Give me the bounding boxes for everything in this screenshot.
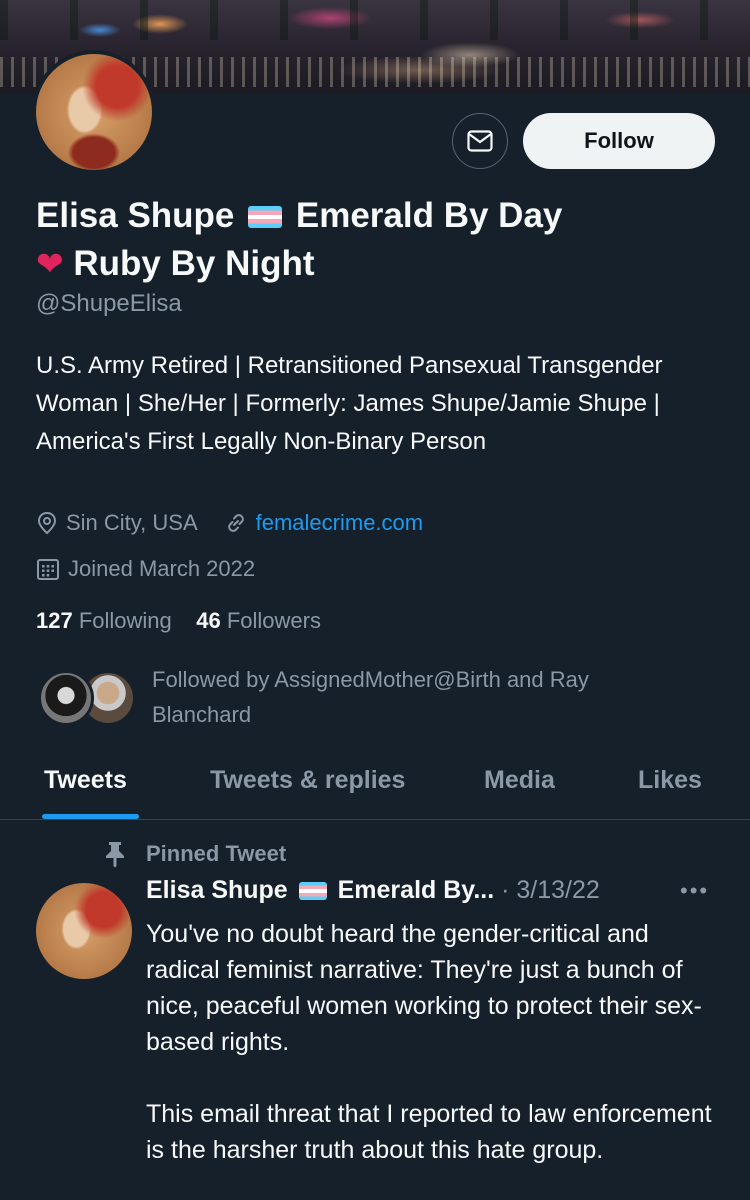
following-label: Following bbox=[78, 608, 172, 633]
followers-link[interactable]: 46 Followers bbox=[196, 608, 321, 633]
tab-tweets[interactable]: Tweets bbox=[44, 766, 127, 795]
profile-bio: U.S. Army Retired | Retransitioned Panse… bbox=[36, 352, 663, 455]
follow-counts: 127 Following 46 Followers bbox=[36, 608, 321, 634]
profile-tabs: Tweets Tweets & replies Media Likes bbox=[0, 750, 750, 820]
location-pin-icon bbox=[36, 511, 58, 535]
profile-avatar[interactable] bbox=[32, 50, 156, 174]
tab-media[interactable]: Media bbox=[484, 766, 555, 795]
tweet-paragraph-2: This email threat that I reported to law… bbox=[146, 1100, 712, 1164]
active-tab-indicator bbox=[42, 814, 139, 819]
more-options-icon[interactable]: ••• bbox=[680, 878, 709, 904]
profile-website-link[interactable]: femalecrime.com bbox=[256, 510, 423, 536]
follower-avatar-1[interactable] bbox=[38, 670, 94, 726]
profile-meta-location-row: Sin City, USA femalecrime.com bbox=[36, 510, 423, 536]
transgender-flag-icon bbox=[248, 206, 283, 228]
pinned-tweet-label: Pinned Tweet bbox=[104, 840, 286, 868]
tweet-paragraph-1: You've no doubt heard the gender-critica… bbox=[146, 920, 702, 1056]
profile-meta-joined-row: Joined March 2022 bbox=[36, 556, 255, 582]
profile-location: Sin City, USA bbox=[66, 510, 198, 535]
tweet-date[interactable]: · 3/13/22 bbox=[501, 876, 600, 904]
message-button[interactable] bbox=[452, 113, 508, 169]
pinned-tweet-text: Pinned Tweet bbox=[146, 841, 287, 866]
followers-label: Followers bbox=[226, 608, 321, 633]
profile-joined-date: Joined March 2022 bbox=[68, 556, 256, 581]
tab-tweets-and-replies[interactable]: Tweets & replies bbox=[210, 766, 405, 795]
display-name-part-1: Elisa Shupe bbox=[36, 196, 235, 235]
followers-count: 46 bbox=[196, 608, 221, 633]
calendar-icon bbox=[36, 557, 60, 581]
envelope-icon bbox=[467, 130, 493, 152]
tweet-body[interactable]: You've no doubt heard the gender-critica… bbox=[146, 916, 726, 1200]
tab-likes[interactable]: Likes bbox=[638, 766, 702, 795]
profile-handle: @ShupeElisa bbox=[36, 290, 182, 317]
transgender-flag-icon bbox=[298, 882, 327, 900]
red-heart-icon: ❤ bbox=[36, 245, 64, 282]
link-icon bbox=[224, 511, 248, 535]
following-link[interactable]: 127 Following bbox=[36, 608, 172, 633]
tweet-author-avatar[interactable] bbox=[36, 883, 132, 979]
pin-icon bbox=[104, 840, 126, 868]
followed-by-text[interactable]: Followed by AssignedMother@Birth and Ray… bbox=[152, 662, 692, 732]
display-name: Elisa Shupe Emerald By Day ❤ Ruby By Nig… bbox=[36, 192, 696, 288]
display-name-part-2: Emerald By Day bbox=[295, 196, 563, 235]
tweet-author-name-part-2[interactable]: Emerald By... bbox=[338, 876, 495, 904]
follow-button[interactable]: Follow bbox=[523, 113, 715, 169]
display-name-part-3: Ruby By Night bbox=[73, 244, 315, 283]
following-count: 127 bbox=[36, 608, 73, 633]
banner-palms bbox=[0, 0, 750, 40]
tweet-author-name-part-1[interactable]: Elisa Shupe bbox=[146, 876, 288, 904]
tweet-header: Elisa Shupe Emerald By... · 3/13/22 bbox=[146, 876, 706, 905]
